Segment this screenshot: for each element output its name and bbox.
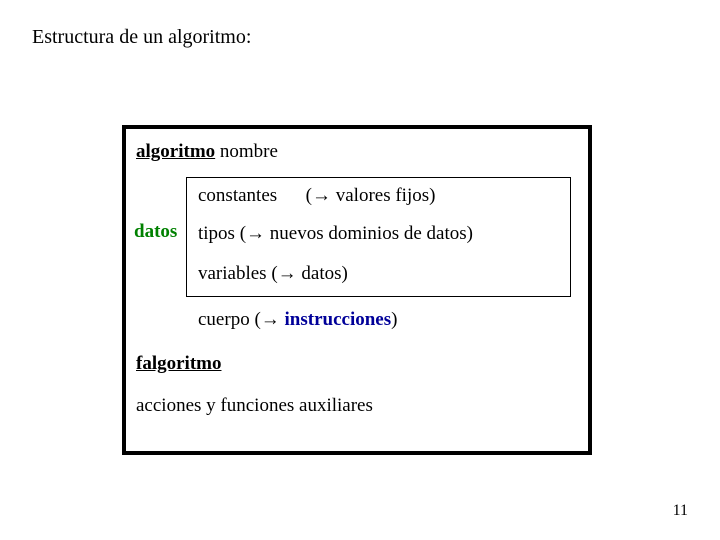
slide-title: Estructura de un algoritmo: xyxy=(32,26,251,49)
tipos-word: tipos xyxy=(198,223,235,244)
algoritmo-keyword: algoritmo xyxy=(136,141,215,162)
datos-label: datos xyxy=(134,221,181,243)
constantes-line: constantes (→ valores fijos) xyxy=(198,185,435,207)
tipos-line: tipos (→ nuevos dominios de datos) xyxy=(198,223,473,245)
arrow-icon: → xyxy=(278,263,297,284)
cuerpo-word: cuerpo xyxy=(198,309,250,330)
arrow-icon: → xyxy=(261,309,280,330)
acciones-line: acciones y funciones auxiliares xyxy=(136,395,373,417)
algoritmo-name: nombre xyxy=(220,141,278,162)
page-number: 11 xyxy=(673,502,688,520)
cuerpo-line: cuerpo (→ instrucciones) xyxy=(198,309,397,331)
algoritmo-line: algoritmo nombre xyxy=(136,141,278,163)
constantes-word: constantes xyxy=(198,185,277,206)
variables-line: variables (→ datos) xyxy=(198,263,348,285)
arrow-icon: → xyxy=(246,223,265,244)
variables-note: datos) xyxy=(297,263,348,284)
tipos-note: nuevos dominios de datos) xyxy=(265,223,473,244)
constantes-note: valores fijos) xyxy=(331,185,435,206)
instrucciones-word: instrucciones xyxy=(280,309,391,330)
algorithm-structure-box: algoritmo nombre datos constantes (→ val… xyxy=(122,125,592,455)
cuerpo-paren-close: ) xyxy=(391,309,397,330)
arrow-icon: → xyxy=(312,185,331,206)
variables-word: variables xyxy=(198,263,267,284)
falgoritmo-keyword: falgoritmo xyxy=(136,353,221,375)
